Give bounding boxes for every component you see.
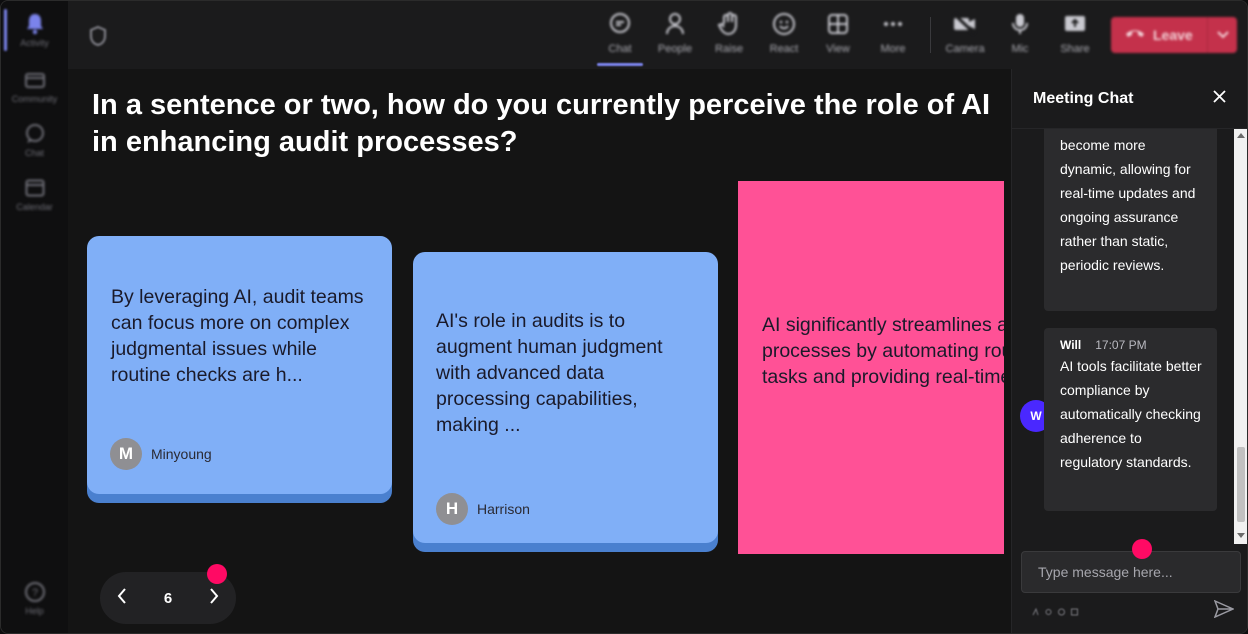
chevron-left-icon <box>117 587 127 609</box>
chat-button-label: Chat <box>608 43 632 55</box>
more-button-label: More <box>880 43 906 55</box>
rail-label: Calendar <box>16 202 53 212</box>
community-icon <box>24 69 46 91</box>
response-card[interactable]: AI's role in audits is to augment human … <box>413 252 718 543</box>
share-button-label: Share <box>1060 43 1090 55</box>
close-chat-button[interactable] <box>1210 90 1228 108</box>
rail-item-activity[interactable]: Activity <box>1 13 68 48</box>
hand-icon <box>716 11 742 37</box>
previous-page-button[interactable] <box>100 572 144 624</box>
toolbar-divider <box>930 17 931 53</box>
view-button-label: View <box>826 43 850 55</box>
rail-item-calendar[interactable]: Calendar <box>1 177 68 212</box>
message-text: AI tools facilitate better compliance by… <box>1060 358 1202 470</box>
close-icon <box>1212 90 1226 108</box>
question-title: In a sentence or two, how do you current… <box>92 89 991 158</box>
format-icon[interactable] <box>1032 603 1039 616</box>
meeting-toolbar: Chat People Raise React View More Camera… <box>68 1 1247 69</box>
chat-active-indicator <box>597 63 643 66</box>
presentation-stage: In a sentence or two, how do you current… <box>68 69 1011 633</box>
leave-button[interactable]: Leave <box>1111 17 1237 53</box>
response-card[interactable]: AI significantly streamlines audit proce… <box>738 181 1004 554</box>
react-button-label: React <box>769 43 799 55</box>
hang-up-icon <box>1125 27 1145 43</box>
gif-icon[interactable] <box>1071 603 1078 616</box>
meeting-chat-panel: Meeting Chat become more dynamic, allowi… <box>1011 69 1247 633</box>
card-author: H Harrison <box>436 493 530 525</box>
chat-message-list[interactable]: become more dynamic, allowing for real-t… <box>1012 129 1247 544</box>
shield-icon <box>88 25 108 47</box>
chat-message: Will 17:07 PM AI tools facilitate better… <box>1044 328 1217 511</box>
scroll-up-arrow[interactable] <box>1237 133 1245 138</box>
people-button[interactable]: People <box>651 11 699 55</box>
chat-icon <box>607 11 633 37</box>
message-text: become more dynamic, allowing for real-t… <box>1060 137 1196 273</box>
raise-hand-button[interactable]: Raise <box>705 11 753 55</box>
chat-icon <box>24 123 46 145</box>
attach-icon[interactable] <box>1045 603 1052 615</box>
smiley-icon <box>771 11 797 37</box>
bell-icon <box>24 13 46 35</box>
sender-name: Will <box>1060 338 1082 352</box>
meeting-window: Activity Community Chat Calendar ? Help <box>0 0 1248 634</box>
chat-header: Meeting Chat <box>1012 69 1247 129</box>
rail-label: Activity <box>20 38 49 48</box>
raise-button-label: Raise <box>714 43 744 55</box>
rail-item-chat[interactable]: Chat <box>1 123 68 158</box>
scroll-down-arrow[interactable] <box>1237 533 1245 538</box>
author-name: Harrison <box>477 501 530 517</box>
format-toolbar <box>1032 603 1078 616</box>
more-icon <box>880 11 906 37</box>
people-icon <box>662 11 688 37</box>
people-button-label: People <box>657 43 693 55</box>
chat-message: become more dynamic, allowing for real-t… <box>1044 129 1217 311</box>
author-name: Minyoung <box>151 446 212 462</box>
chat-button[interactable]: Chat <box>596 11 644 55</box>
card-author: M Minyoung <box>110 438 212 470</box>
camera-button[interactable]: Camera <box>941 11 989 55</box>
mic-button[interactable]: Mic <box>996 11 1044 55</box>
message-header: Will 17:07 PM <box>1044 328 1217 352</box>
rail-label: Community <box>11 94 58 104</box>
card-text: By leveraging AI, audit teams can focus … <box>111 286 364 386</box>
app-rail: Activity Community Chat Calendar ? Help <box>1 1 68 633</box>
response-card[interactable]: By leveraging AI, audit teams can focus … <box>87 236 392 494</box>
chevron-down-icon[interactable] <box>1208 31 1237 39</box>
page-number: 6 <box>163 589 173 607</box>
help-icon: ? <box>24 581 46 603</box>
chat-message-input[interactable]: Type message here... <box>1021 551 1241 593</box>
share-screen-icon <box>1062 11 1088 37</box>
svg-text:?: ? <box>31 587 37 599</box>
card-text: AI's role in audits is to augment human … <box>436 310 663 436</box>
rail-item-help[interactable]: ? Help <box>1 581 68 616</box>
calendar-icon <box>24 177 46 199</box>
camera-button-label: Camera <box>945 43 985 55</box>
leave-button-label: Leave <box>1153 27 1193 43</box>
emoji-icon[interactable] <box>1058 603 1065 616</box>
pointer-marker <box>207 564 227 584</box>
scroll-thumb[interactable] <box>1237 447 1245 522</box>
mic-button-label: Mic <box>1011 43 1029 55</box>
pointer-marker <box>1132 539 1152 559</box>
share-button[interactable]: Share <box>1051 11 1099 55</box>
send-button[interactable] <box>1213 599 1235 622</box>
rail-label: Help <box>25 606 44 616</box>
card-text: AI significantly streamlines audit proce… <box>762 314 1004 388</box>
chat-title: Meeting Chat <box>1033 90 1134 107</box>
chevron-right-icon <box>209 587 219 609</box>
mic-icon <box>1007 11 1033 37</box>
rail-item-community[interactable]: Community <box>1 69 68 104</box>
camera-off-icon <box>952 11 978 37</box>
avatar: M <box>110 438 142 470</box>
message-time: 17:07 PM <box>1095 338 1147 352</box>
view-button[interactable]: View <box>814 11 862 55</box>
input-placeholder: Type message here... <box>1038 564 1173 580</box>
avatar: H <box>436 493 468 525</box>
send-icon <box>1213 599 1235 622</box>
grid-icon <box>825 11 851 37</box>
rail-label: Chat <box>24 148 44 158</box>
chat-scrollbar[interactable] <box>1234 129 1247 544</box>
more-button[interactable]: More <box>869 11 917 55</box>
react-button[interactable]: React <box>760 11 808 55</box>
